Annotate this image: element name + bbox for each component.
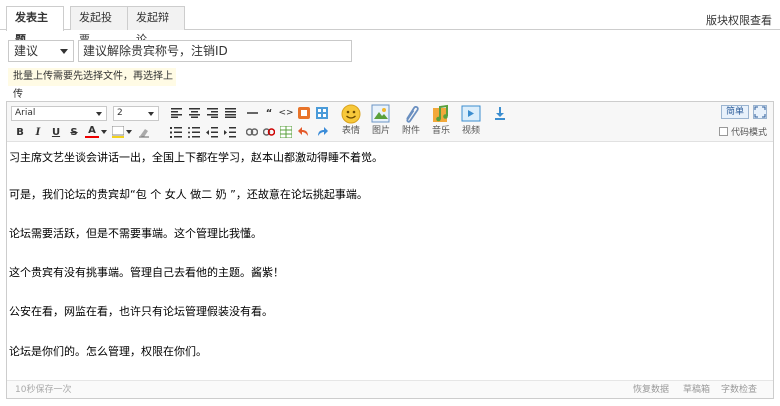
emoji-label: 表情 [341,126,360,136]
tab-new-poll[interactable]: 发起投票 [70,6,128,46]
attachment-button[interactable]: 附件 [397,104,425,140]
simple-mode-button[interactable]: 简单 [721,105,749,119]
font-color-icon[interactable]: A [85,125,99,138]
clear-format-icon[interactable] [137,125,151,139]
underline-icon[interactable]: U [49,125,63,139]
restore-data-link[interactable]: 恢复数据 [633,381,669,399]
chevron-down-icon [96,112,102,116]
code-mode-label: 代码模式 [730,128,767,138]
music-button[interactable]: 音乐 [427,104,455,140]
code-mode-checkbox[interactable]: 代码模式 [718,125,767,138]
fullscreen-button[interactable] [753,105,767,119]
chevron-down-icon[interactable] [100,125,108,139]
word-count-link[interactable]: 字数检查 [721,381,757,399]
quote-icon[interactable]: “ [262,106,276,120]
board-permission-link[interactable]: 版块权限查看 [706,12,772,28]
video-button[interactable]: 视频 [457,104,485,140]
video-label: 视频 [461,126,480,136]
italic-icon[interactable]: I [31,125,45,139]
outdent-icon[interactable] [205,125,219,139]
paragraph: 这个贵宾有没有挑事端。管理自己去看他的主题。酱紫！ [9,266,284,279]
emoji-button[interactable]: 表情 [337,104,365,140]
paragraph: 公安在看，网监在看，也许只有论坛管理假装没有看。 [9,305,273,318]
unordered-list-icon[interactable] [187,125,201,139]
insert-table-icon[interactable] [279,125,293,139]
subject-input[interactable]: 建议解除贵宾称号，注销ID [78,40,352,62]
paragraph: 可是，我们论坛的贵宾却“包 个 女人 做二 奶 ”，还故意在论坛挑起事端。 [9,188,368,201]
checkbox-icon [718,127,728,136]
chevron-down-icon [60,49,68,54]
fullscreen-icon [754,106,766,118]
paragraph: 习主席文艺坐谈会讲话一出，全国上下都在学习，赵本山都激动得睡不着觉。 [9,151,383,164]
post-type-tabs: 发表主题 发起投票 发起辩论 版块权限查看 [0,0,780,46]
category-selected: 建议 [14,44,39,58]
image-label: 图片 [371,126,390,136]
upload-tip: 批量上传需要先选择文件，再选择上传 [8,68,176,100]
align-left-icon[interactable] [169,106,183,120]
free-label-icon[interactable] [297,106,311,120]
music-label: 音乐 [431,126,450,136]
code-icon[interactable]: <> [278,106,293,120]
strikethrough-icon[interactable]: S [67,125,81,139]
download-icon[interactable] [493,106,507,120]
chevron-down-icon[interactable] [125,125,133,139]
redo-icon[interactable] [315,125,329,139]
category-select[interactable]: 建议 [8,40,74,62]
drafts-link[interactable]: 草稿箱 [683,381,710,399]
unlink-icon[interactable] [262,125,276,139]
rich-text-editor: Arial 2 “ <> B I U S A 表情 图片 附件 音乐 视频 简单… [6,101,774,399]
align-right-icon[interactable] [205,106,219,120]
font-size-value: 2 [117,108,123,118]
ordered-list-icon[interactable] [169,125,183,139]
table-icon[interactable] [315,106,329,120]
align-justify-icon[interactable] [223,106,237,120]
image-button[interactable]: 图片 [367,104,395,140]
paragraph: 论坛是你们的。怎么管理，权限在你们。 [9,345,207,358]
chevron-down-icon [148,112,154,116]
indent-icon[interactable] [223,125,237,139]
background-color-icon[interactable] [111,125,125,139]
attachment-label: 附件 [401,126,420,136]
paragraph: 论坛需要活跃，但是不需要事端。这个管理比我懂。 [9,227,262,240]
link-icon[interactable] [245,125,259,139]
tab-new-debate[interactable]: 发起辩论 [127,6,185,46]
autosave-status: 10秒保存一次 [15,385,72,395]
font-size-select[interactable]: 2 [113,106,159,121]
font-family-select[interactable]: Arial [11,106,107,121]
tab-new-topic[interactable]: 发表主题 [6,6,64,46]
undo-icon[interactable] [297,125,311,139]
editor-content[interactable]: 习主席文艺坐谈会讲话一出，全国上下都在学习，赵本山都激动得睡不着觉。 可是，我们… [7,143,773,379]
horizontal-rule-icon[interactable] [245,106,259,120]
align-center-icon[interactable] [187,106,201,120]
editor-toolbar: Arial 2 “ <> B I U S A 表情 图片 附件 音乐 视频 简单… [7,102,773,142]
bold-icon[interactable]: B [13,125,27,139]
editor-statusbar: 10秒保存一次 恢复数据 草稿箱 字数检查 [7,380,773,398]
font-family-value: Arial [15,108,36,118]
